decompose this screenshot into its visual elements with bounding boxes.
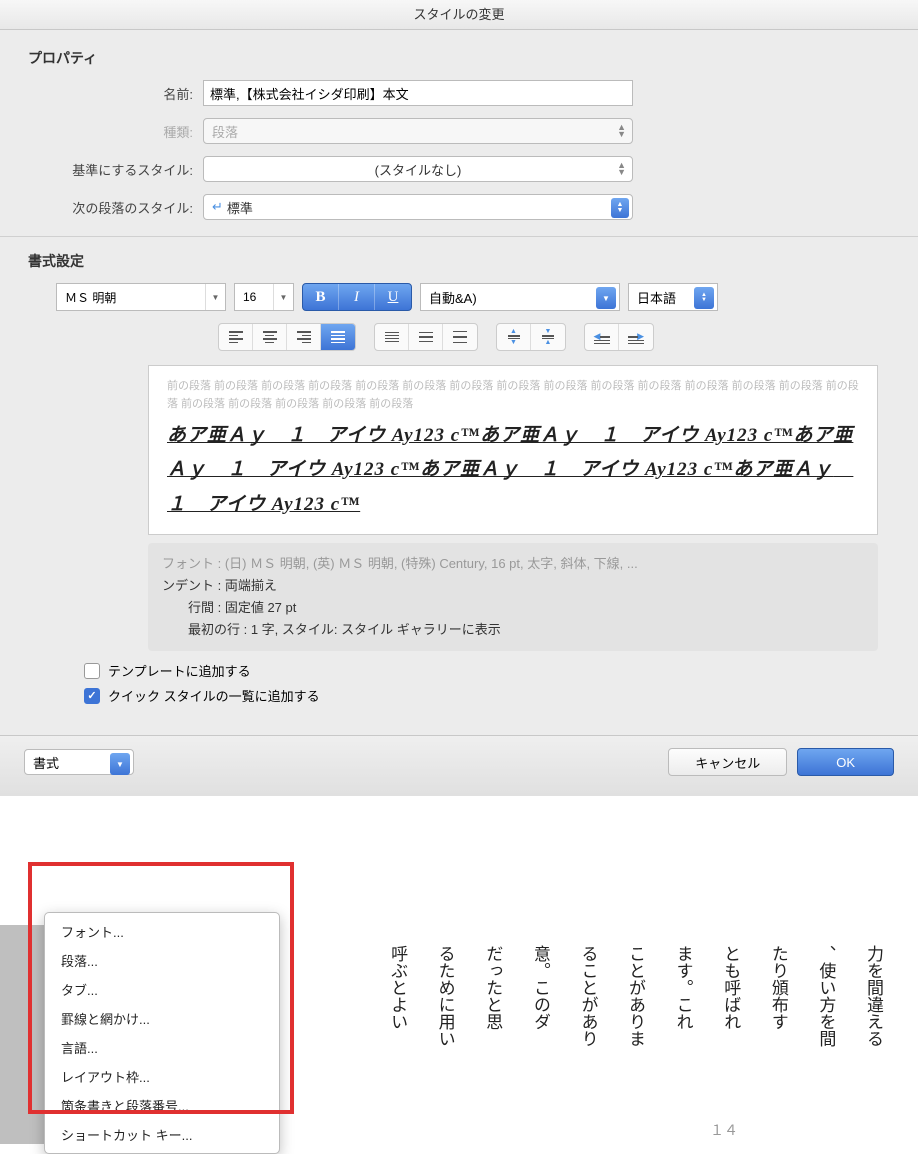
underline-button[interactable]: U [375, 284, 411, 310]
format-dropdown-menu: フォント... 段落... タブ... 罫線と網かけ... 言語... レイアウ… [44, 912, 280, 1154]
properties-heading: プロパティ [28, 48, 898, 68]
spacing-2-button[interactable] [443, 324, 477, 350]
style-preview: 前の段落 前の段落 前の段落 前の段落 前の段落 前の段落 前の段落 前の段落 … [148, 365, 878, 535]
doc-col: ることがあり [572, 945, 603, 1144]
preview-sample-text: あア亜Ａｙ １ アイウ Ay123 c™あア亜Ａｙ １ アイウ Ay123 c™… [167, 419, 859, 522]
name-input[interactable] [203, 80, 633, 106]
language-select[interactable]: 日本語 ▲▼ [628, 283, 718, 311]
font-family-value: ＭＳ 明朝 [65, 289, 116, 306]
font-color-value: 自動&A) [429, 288, 477, 307]
align-right-button[interactable] [287, 324, 321, 350]
cancel-button[interactable]: キャンセル [668, 748, 787, 776]
para-space-inc-button[interactable]: ▲▼ [497, 324, 531, 350]
menu-paragraph[interactable]: 段落... [45, 946, 279, 975]
next-style-select[interactable]: ↵ 標準 ▲▼ [203, 194, 633, 220]
decrease-indent-button[interactable]: ◀ [585, 324, 619, 350]
chevron-updown-icon: ▲▼ [617, 124, 626, 138]
chevron-down-icon: ▼ [273, 284, 293, 310]
next-style-label: 次の段落のスタイル: [28, 198, 203, 217]
style-description: フォント : (日) ＭＳ 明朝, (英) ＭＳ 明朝, (特殊) Centur… [148, 543, 878, 651]
font-family-select[interactable]: ＭＳ 明朝 ▼ [56, 283, 226, 311]
document-page: 力を間違える 、使い方を間 たり頒布す とも呼ばれ ます。これ ことがありま る… [200, 925, 918, 1144]
chevron-updown-icon: ▲▼ [611, 198, 629, 218]
dialog-footer: 書式 ▼ キャンセル OK [0, 735, 918, 796]
increase-indent-button[interactable]: ▶ [619, 324, 653, 350]
doc-col: 呼ぶとよい [381, 945, 412, 1144]
doc-col: だったと思 [477, 945, 508, 1144]
doc-col: ます。これ [667, 945, 698, 1144]
chevron-updown-icon: ▲▼ [694, 287, 714, 309]
type-select: 段落 ▲▼ [203, 118, 633, 144]
page-number: １４ [710, 1120, 738, 1140]
doc-col: 、使い方を間 [810, 945, 841, 1144]
doc-col: 力を間違える [857, 945, 888, 1144]
dialog-body: プロパティ 名前: 種類: 段落 ▲▼ 基準にするスタイル: (スタイルなし) … [0, 30, 918, 735]
next-style-value: 標準 [227, 198, 253, 217]
font-size-select[interactable]: 16 ▼ [234, 283, 294, 311]
add-template-checkbox[interactable] [84, 663, 100, 679]
desc-line-2: 行間 : 固定値 27 pt [162, 597, 864, 619]
format-dropdown-button[interactable]: 書式 ▼ [24, 749, 134, 775]
formatting-heading: 書式設定 [28, 251, 898, 271]
desc-line-3: 最初の行 : 1 字, スタイル: スタイル ギャラリーに表示 [162, 619, 864, 641]
doc-col: るために用い [429, 945, 460, 1144]
ok-button[interactable]: OK [797, 748, 894, 776]
desc-line-1: ンデント : 両端揃え [162, 575, 864, 597]
bold-button[interactable]: B [303, 284, 339, 310]
menu-tabs[interactable]: タブ... [45, 975, 279, 1004]
font-color-select[interactable]: 自動&A) ▼ [420, 283, 620, 311]
para-space-dec-button[interactable]: ▼▲ [531, 324, 565, 350]
align-justify-button[interactable] [321, 324, 355, 350]
doc-col: 意。このダ [524, 945, 555, 1144]
italic-button[interactable]: I [339, 284, 375, 310]
based-on-label: 基準にするスタイル: [28, 160, 203, 179]
para-spacing-group: ▲▼ ▼▲ [496, 323, 566, 351]
line-spacing-group [374, 323, 478, 351]
menu-shortcut[interactable]: ショートカット キー... [45, 1120, 279, 1149]
chevron-down-icon: ▼ [205, 284, 225, 310]
language-value: 日本語 [637, 288, 676, 307]
spacing-15-button[interactable] [409, 324, 443, 350]
menu-borders[interactable]: 罫線と網かけ... [45, 1004, 279, 1033]
biu-group: B I U [302, 283, 412, 311]
add-template-label: テンプレートに追加する [108, 661, 251, 680]
preview-before-text: 前の段落 前の段落 前の段落 前の段落 前の段落 前の段落 前の段落 前の段落 … [167, 378, 859, 413]
type-label: 種類: [28, 122, 203, 141]
indent-group: ◀ ▶ [584, 323, 654, 351]
chevron-down-icon: ▼ [110, 753, 130, 775]
spacing-1-button[interactable] [375, 324, 409, 350]
menu-font[interactable]: フォント... [45, 917, 279, 946]
name-label: 名前: [28, 84, 203, 103]
add-quick-checkbox[interactable] [84, 688, 100, 704]
based-on-value: (スタイルなし) [375, 160, 462, 179]
paragraph-icon: ↵ [212, 199, 223, 215]
doc-col: たり頒布す [762, 945, 793, 1144]
add-quick-label: クイック スタイルの一覧に追加する [108, 686, 320, 705]
align-left-button[interactable] [219, 324, 253, 350]
format-dropdown-label: 書式 [33, 753, 59, 772]
doc-col: ことがありま [619, 945, 650, 1144]
doc-col: とも呼ばれ [715, 945, 746, 1144]
chevron-updown-icon: ▲▼ [617, 162, 626, 176]
based-on-select[interactable]: (スタイルなし) ▲▼ [203, 156, 633, 182]
dialog-title: スタイルの変更 [0, 0, 918, 30]
desc-line-0: フォント : (日) ＭＳ 明朝, (英) ＭＳ 明朝, (特殊) Centur… [162, 553, 864, 575]
menu-language[interactable]: 言語... [45, 1033, 279, 1062]
menu-numbering[interactable]: 箇条書きと段落番号... [45, 1091, 279, 1120]
font-size-value: 16 [243, 290, 256, 304]
menu-frame[interactable]: レイアウト枠... [45, 1062, 279, 1091]
type-value: 段落 [212, 122, 238, 141]
chevron-down-icon: ▼ [596, 287, 616, 309]
align-center-button[interactable] [253, 324, 287, 350]
alignment-group [218, 323, 356, 351]
